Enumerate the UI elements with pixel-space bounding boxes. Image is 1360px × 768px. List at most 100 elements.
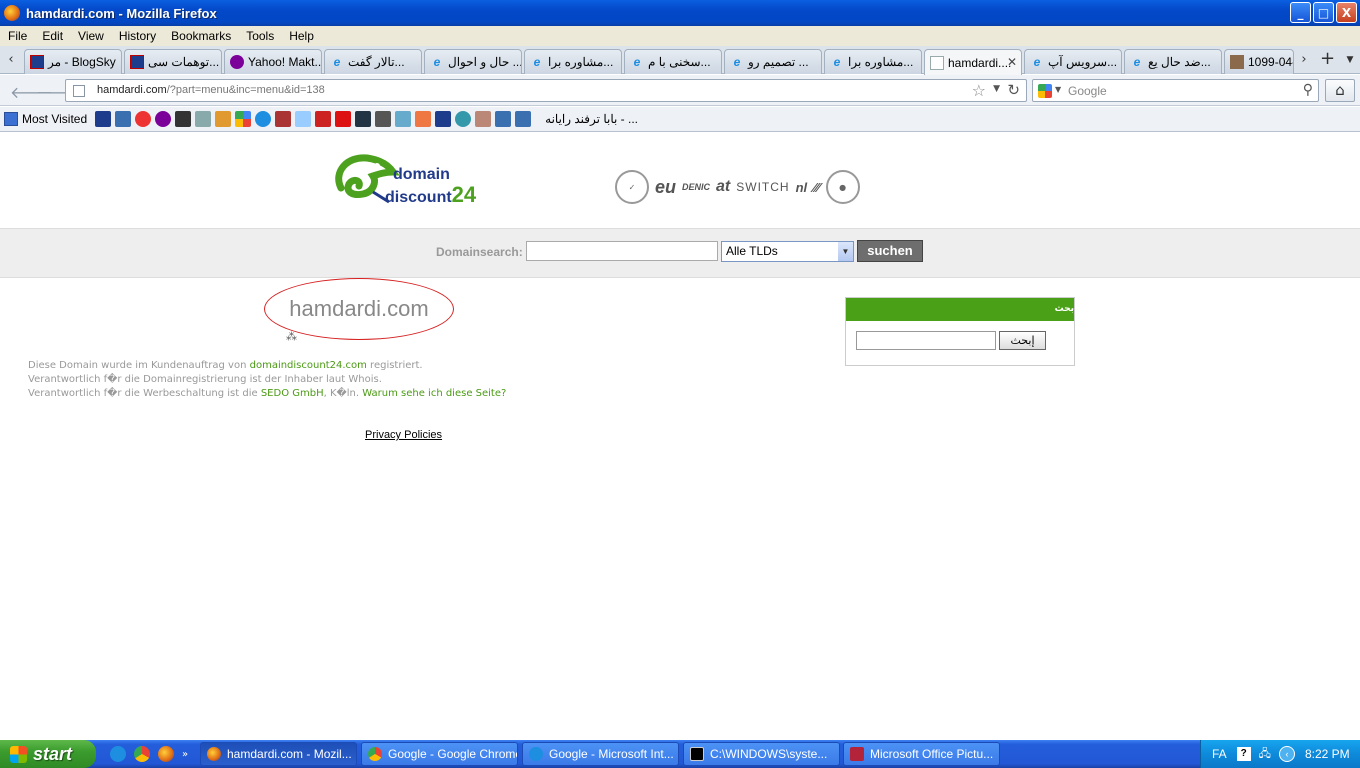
menu-file[interactable]: File: [8, 29, 27, 43]
tab-tavahomat[interactable]: توهمات سی...: [124, 49, 222, 74]
tab-blogsky[interactable]: مر - BlogSky: [24, 49, 122, 74]
bookmark-icon[interactable]: [355, 111, 372, 127]
minimize-button[interactable]: _: [1290, 2, 1311, 23]
sedo-link[interactable]: SEDO GmbH: [261, 388, 324, 399]
menu-history[interactable]: History: [119, 29, 156, 43]
why-this-page-link[interactable]: Warum sehe ich diese Seite?: [362, 388, 506, 399]
bookmark-icon[interactable]: [115, 111, 132, 127]
reload-icon[interactable]: ↻: [1007, 81, 1020, 99]
domaindiscount24-logo[interactable]: domain discount24: [333, 152, 493, 208]
bookmark-icon[interactable]: [495, 111, 512, 127]
taskbar-button-cmd[interactable]: C:\WINDOWS\syste...: [683, 742, 840, 766]
url-dropdown-icon[interactable]: ▼: [993, 84, 1000, 94]
site-identity-icon[interactable]: [73, 85, 85, 97]
bookmark-star-icon[interactable]: ☆: [972, 81, 986, 100]
tab-moshavere-2[interactable]: e مشاوره برا...: [824, 49, 922, 74]
tab-sokhani[interactable]: e سخنی با م...: [624, 49, 722, 74]
bookmark-icon[interactable]: [455, 111, 472, 127]
tab-close-icon[interactable]: ✕: [1007, 55, 1017, 69]
chevron-down-icon[interactable]: ▼: [838, 242, 853, 261]
bookmark-icon[interactable]: [375, 111, 392, 127]
domain-search-input[interactable]: [526, 241, 718, 261]
bookmark-icon[interactable]: [315, 111, 332, 127]
start-button[interactable]: start: [0, 740, 96, 768]
registry-seal-icon: ●: [825, 170, 860, 204]
taskbar-button-label: Google - Microsoft Int...: [549, 747, 674, 761]
tld-select[interactable]: Alle TLDs ▼: [721, 241, 854, 262]
bookmark-icon[interactable]: [175, 111, 192, 127]
tab-label: مشاوره برا...: [848, 55, 914, 69]
home-icon[interactable]: ⌂: [1325, 79, 1355, 102]
bookmark-ie-icon[interactable]: [255, 111, 272, 127]
search-box[interactable]: ▼ Google ⚲: [1032, 79, 1319, 102]
bookmark-baba-tarfand[interactable]: بابا ترفند رایانه - ...: [545, 112, 638, 126]
maximize-button[interactable]: □: [1313, 2, 1334, 23]
widget-search-button[interactable]: إبحث: [999, 331, 1046, 350]
bookmark-icon[interactable]: [415, 111, 432, 127]
menu-view[interactable]: View: [78, 29, 104, 43]
bookmark-icon[interactable]: [275, 111, 292, 127]
bookmark-icon[interactable]: [395, 111, 412, 127]
taskbar-button-label: hamdardi.com - Mozil...: [227, 747, 352, 761]
taskbar-button-ie[interactable]: Google - Microsoft Int...: [522, 742, 679, 766]
ie-icon: e: [733, 55, 741, 69]
tab-scroll-right-icon[interactable]: ›: [1297, 52, 1311, 67]
bookmark-icon[interactable]: [295, 111, 312, 127]
clock[interactable]: 8:22 PM: [1305, 747, 1350, 761]
menu-bookmarks[interactable]: Bookmarks: [171, 29, 231, 43]
bookmark-icon[interactable]: [215, 111, 232, 127]
tab-yahoo[interactable]: Yahoo! Makt...: [224, 49, 322, 74]
privacy-policies-link[interactable]: Privacy Policies: [365, 429, 442, 441]
close-button[interactable]: X: [1336, 2, 1357, 23]
bookmark-yahoo-icon[interactable]: [155, 111, 172, 127]
bookmark-icon[interactable]: [335, 111, 352, 127]
tab-service-up[interactable]: e سرویس آپ...: [1024, 49, 1122, 74]
tab-talar[interactable]: e تالار گفت...: [324, 49, 422, 74]
bookmark-blogsky-icon[interactable]: [95, 111, 112, 127]
widget-search-input[interactable]: [856, 331, 996, 350]
tab-label: تالار گفت...: [348, 55, 405, 69]
taskbar-button-office-picture[interactable]: Microsoft Office Pictu...: [843, 742, 1000, 766]
firefox-icon: [207, 747, 221, 761]
tab-hal[interactable]: e حال و احوال ...: [424, 49, 522, 74]
domaindiscount24-link[interactable]: domaindiscount24.com: [250, 360, 367, 371]
search-magnifier-icon[interactable]: ⚲: [1303, 82, 1313, 98]
quicklaunch-more-icon[interactable]: »: [182, 749, 188, 760]
show-hidden-icons-icon[interactable]: ‹: [1278, 746, 1295, 762]
google-icon[interactable]: [1038, 84, 1052, 98]
tab-image[interactable]: 1099-04-1: [1224, 49, 1294, 74]
menu-edit[interactable]: Edit: [42, 29, 63, 43]
network-icon[interactable]: 🖧: [1259, 745, 1271, 764]
bookmark-icon[interactable]: [475, 111, 492, 127]
language-indicator[interactable]: FA: [1212, 747, 1227, 761]
suchen-button[interactable]: suchen: [857, 240, 923, 262]
taskbar-button-chrome[interactable]: Google - Google Chrome: [361, 742, 518, 766]
menu-tools[interactable]: Tools: [246, 29, 274, 43]
quicklaunch-ie-icon[interactable]: [110, 746, 126, 762]
tab-moshavere-1[interactable]: e مشاوره برا...: [524, 49, 622, 74]
url-text[interactable]: hamdardi.com/?part=menu&inc=menu&id=138: [97, 84, 325, 96]
tab-list-icon[interactable]: ▼: [1343, 55, 1357, 65]
bookmark-icon[interactable]: [515, 111, 532, 127]
tab-tasmim[interactable]: e تصمیم رو ...: [724, 49, 822, 74]
menu-help[interactable]: Help: [289, 29, 314, 43]
help-icon[interactable]: ?: [1236, 747, 1251, 761]
tab-hamdardi[interactable]: hamdardi.... ✕: [924, 49, 1022, 75]
most-visited-bookmark[interactable]: Most Visited: [22, 112, 87, 126]
bookmark-blogsky-icon[interactable]: [435, 111, 452, 127]
bookmark-icon[interactable]: [195, 111, 212, 127]
menu-bar: File Edit View History Bookmarks Tools H…: [0, 26, 1360, 46]
quicklaunch-chrome-icon[interactable]: [134, 746, 150, 762]
address-bar[interactable]: hamdardi.com/?part=menu&inc=menu&id=138 …: [65, 79, 1027, 102]
quicklaunch-firefox-icon[interactable]: [158, 746, 174, 762]
search-engine-dropdown-icon[interactable]: ▼: [1055, 85, 1061, 94]
bookmark-google-icon[interactable]: [235, 111, 252, 127]
ie-icon: e: [333, 55, 341, 69]
tab-scroll-left-icon[interactable]: ‹: [4, 52, 18, 67]
tab-label: ضد حال یع...: [1148, 55, 1211, 69]
bookmark-icon[interactable]: [135, 111, 152, 127]
new-tab-icon[interactable]: +: [1320, 48, 1335, 69]
taskbar-button-firefox[interactable]: hamdardi.com - Mozil...: [200, 742, 357, 766]
ie-icon: e: [633, 55, 641, 69]
tab-zed-hal[interactable]: e ضد حال یع...: [1124, 49, 1222, 74]
